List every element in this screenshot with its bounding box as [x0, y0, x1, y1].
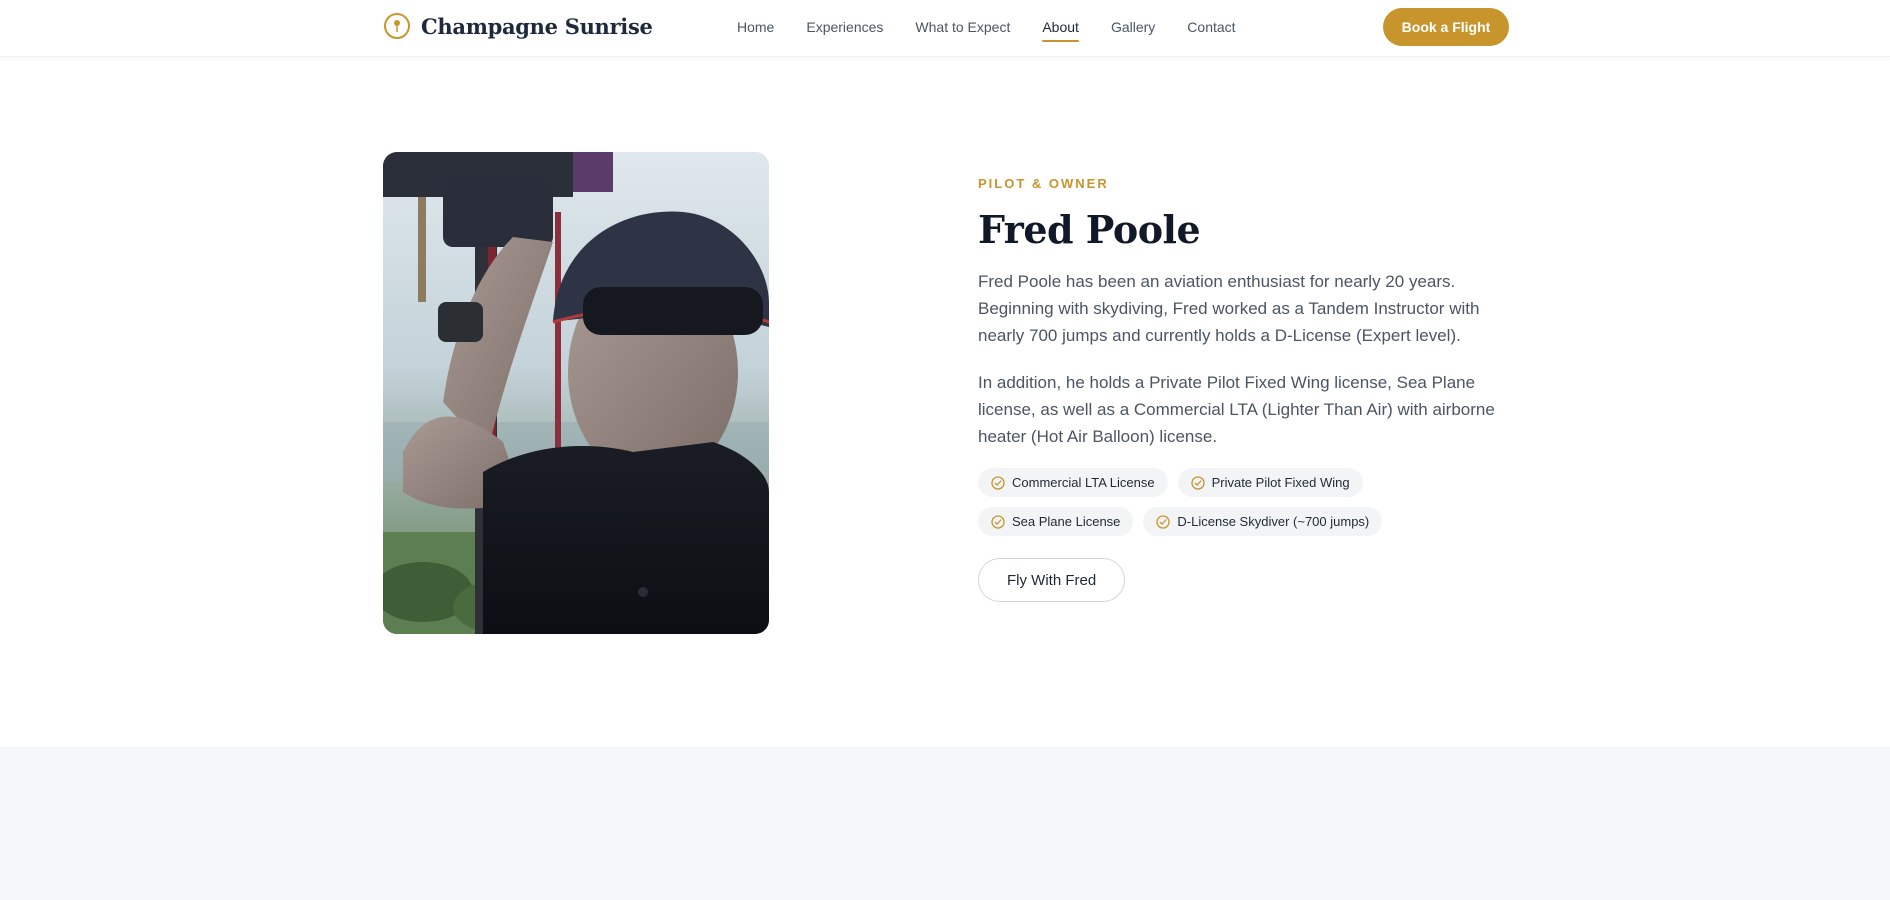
bio-paragraph-1: Fred Poole has been an aviation enthusia…	[978, 272, 1480, 345]
nav-home[interactable]: Home	[737, 19, 774, 35]
license-badge-label: Sea Plane License	[1012, 514, 1121, 529]
license-badge: Private Pilot Fixed Wing	[1177, 468, 1363, 497]
check-circle-icon	[1190, 475, 1205, 490]
license-badge: D-License Skydiver (~700 jumps)	[1143, 507, 1383, 536]
next-section-background	[0, 747, 1890, 900]
pilot-photo	[383, 152, 769, 634]
site-header: Champagne Sunrise Home Experiences What …	[0, 0, 1890, 57]
check-circle-icon	[1156, 514, 1171, 529]
license-badge-label: Private Pilot Fixed Wing	[1211, 475, 1350, 490]
license-badge: Commercial LTA License	[978, 468, 1168, 497]
main-nav: Home Experiences What to Expect About Ga…	[737, 0, 1268, 54]
sunrise-logo-icon	[384, 13, 410, 39]
book-a-flight-button[interactable]: Book a Flight	[1383, 8, 1509, 46]
license-badge-label: D-License Skydiver (~700 jumps)	[1177, 514, 1370, 529]
fly-with-fred-button[interactable]: Fly With Fred	[978, 558, 1126, 602]
nav-contact[interactable]: Contact	[1187, 19, 1235, 35]
brand-name: Champagne Sunrise	[421, 13, 653, 39]
nav-gallery[interactable]: Gallery	[1111, 19, 1155, 35]
pilot-profile: PILOT & OWNER Fred Poole Fred Poole has …	[978, 176, 1518, 602]
pilot-name: Fred Poole	[978, 207, 1201, 252]
nav-what-to-expect[interactable]: What to Expect	[915, 19, 1010, 35]
bio-paragraph-2: In addition, he holds a Private Pilot Fi…	[978, 373, 1495, 446]
license-badges: Commercial LTA License Private Pilot Fix…	[978, 468, 1448, 536]
license-badge-label: Commercial LTA License	[1012, 475, 1155, 490]
nav-about[interactable]: About	[1042, 19, 1079, 42]
pilot-portrait-photo-icon	[383, 152, 769, 634]
check-circle-icon	[991, 514, 1005, 529]
check-circle-icon	[991, 475, 1005, 490]
section-eyebrow: PILOT & OWNER	[978, 176, 1109, 191]
brand-logo[interactable]: Champagne Sunrise	[383, 11, 653, 41]
license-badge: Sea Plane License	[978, 507, 1134, 536]
nav-experiences[interactable]: Experiences	[806, 19, 883, 35]
